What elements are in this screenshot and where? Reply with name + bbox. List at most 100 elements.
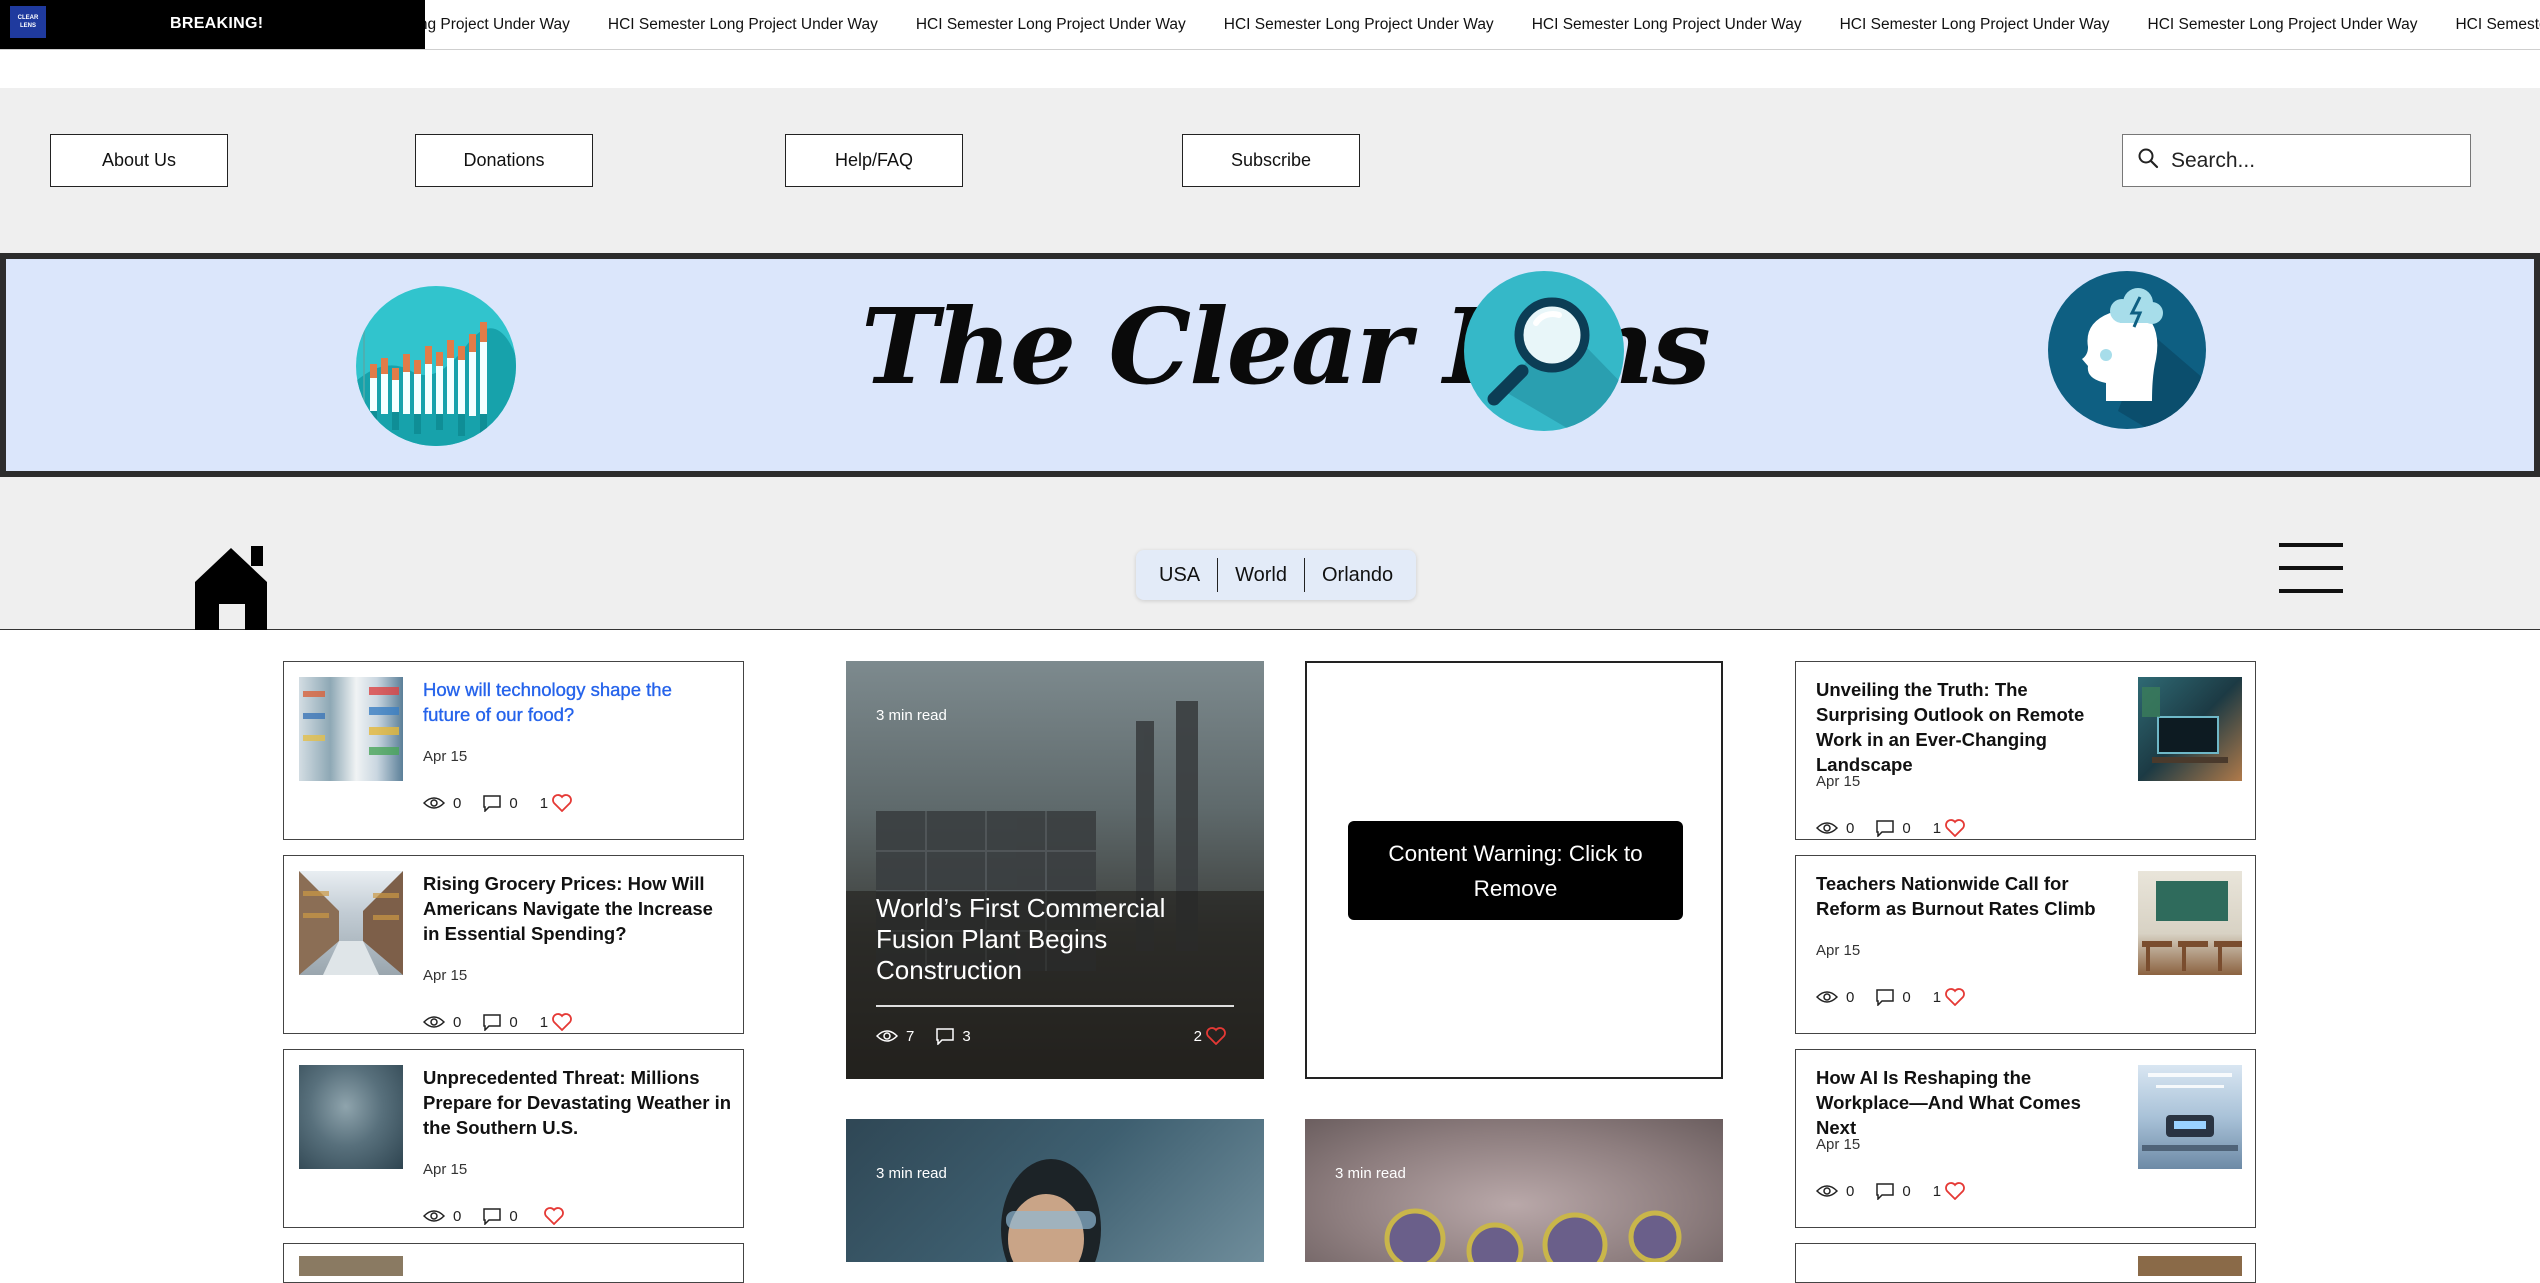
post-title-link[interactable]: Unprecedented Threat: Millions Prepare f…	[423, 1065, 733, 1140]
breaking-news-ticker: HCI Semester Long Project Under Way HCI …	[0, 0, 2540, 50]
likes-stat[interactable]: 1	[1933, 819, 1973, 837]
post-card[interactable]: How AI Is Reshaping the Workplace—And Wh…	[1795, 1049, 2256, 1228]
comments-stat: 3	[936, 1028, 971, 1045]
ticker-item[interactable]: HCI Semester Long Project Under Way	[608, 16, 878, 34]
heart-icon	[552, 1013, 572, 1031]
featured-post-card[interactable]: 3 min read World’s First Commercial Fusi…	[846, 661, 1264, 1079]
eye-icon	[876, 1030, 898, 1042]
post-stats: 0 0 1	[1816, 819, 1995, 837]
post-title-link[interactable]: Unveiling the Truth: The Surprising Outl…	[1816, 677, 2121, 777]
eye-icon	[423, 1016, 445, 1028]
ticker-item[interactable]: HCI Semester Long Project Under Way	[1224, 16, 1494, 34]
likes-stat[interactable]: 1	[540, 794, 580, 812]
post-stats: 0 0	[423, 1207, 594, 1225]
ticker-item[interactable]: HCI Semester Long Project Under Way	[916, 16, 1186, 34]
comments-stat: 0	[1876, 820, 1911, 837]
post-stats: 0 0 1	[1816, 1182, 1995, 1200]
heart-icon	[1945, 1182, 1965, 1200]
comment-icon	[1876, 988, 1895, 1006]
post-date: Apr 15	[423, 967, 468, 984]
post-card[interactable]: Unveiling the Truth: The Surprising Outl…	[1795, 661, 2256, 840]
search-input[interactable]	[2171, 148, 2451, 173]
eye-icon	[423, 797, 445, 809]
post-date: Apr 15	[423, 1161, 468, 1178]
post-date: Apr 15	[1816, 1136, 1861, 1153]
post-thumbnail	[2138, 677, 2242, 781]
magnifier-icon	[1464, 271, 1624, 431]
views-stat: 0	[423, 1014, 461, 1031]
likes-stat[interactable]: 2	[1194, 1027, 1234, 1045]
post-stats: 7 3 2	[876, 1027, 1234, 1045]
menu-icon[interactable]	[2279, 543, 2343, 593]
post-thumbnail	[299, 677, 403, 781]
site-banner: The Clear Lens	[0, 253, 2540, 477]
content-warning-card: Content Warning: Click to Remove	[1305, 661, 1723, 1079]
tab-world[interactable]: World	[1217, 558, 1304, 592]
post-date: Apr 15	[423, 748, 468, 765]
post-date: Apr 15	[1816, 942, 1861, 959]
likes-stat[interactable]: 1	[1933, 988, 1973, 1006]
post-image	[1384, 1208, 1682, 1262]
post-thumbnail	[2138, 1256, 2242, 1276]
post-stats: 0 0 1	[423, 794, 602, 812]
comments-stat: 0	[483, 1207, 518, 1225]
heart-icon	[552, 794, 572, 812]
likes-stat[interactable]: 1	[1933, 1182, 1973, 1200]
eye-icon	[1816, 1185, 1838, 1197]
donations-button[interactable]: Donations	[415, 134, 593, 187]
eye-icon	[423, 1210, 445, 1222]
comments-stat: 0	[1876, 988, 1911, 1006]
subscribe-button[interactable]: Subscribe	[1182, 134, 1360, 187]
heart-icon	[543, 1207, 564, 1225]
likes-stat[interactable]: 1	[540, 1013, 580, 1031]
post-title-link[interactable]: How will technology shape the future of …	[423, 677, 723, 727]
post-stats: 0 0 1	[1816, 988, 1995, 1006]
ticker-item[interactable]: HCI Semester Long Project Under Way	[1532, 16, 1802, 34]
search-icon	[2137, 147, 2159, 174]
post-card[interactable]	[1795, 1243, 2256, 1283]
post-title-link[interactable]: Teachers Nationwide Call for Reform as B…	[1816, 871, 2116, 921]
section-navigation: USA World Orlando	[0, 477, 2540, 630]
home-icon[interactable]	[193, 544, 273, 635]
comment-icon	[483, 1207, 502, 1225]
post-image	[1001, 1159, 1101, 1262]
bar-chart-icon	[356, 286, 516, 446]
site-logo[interactable]: CLEAR LENS	[10, 6, 46, 38]
views-stat: 0	[1816, 989, 1854, 1006]
comment-icon	[483, 1013, 502, 1031]
tab-usa[interactable]: USA	[1142, 558, 1217, 592]
post-card[interactable]: 3 min read	[846, 1119, 1264, 1262]
top-navigation: About Us Donations Help/FAQ Subscribe	[0, 88, 2540, 253]
post-title-link[interactable]: How AI Is Reshaping the Workplace—And Wh…	[1816, 1065, 2121, 1140]
eye-icon	[1816, 822, 1838, 834]
content-warning-button[interactable]: Content Warning: Click to Remove	[1348, 821, 1683, 920]
post-card[interactable]: Rising Grocery Prices: How Will American…	[283, 855, 744, 1034]
post-date: Apr 15	[1816, 773, 1861, 790]
read-time: 3 min read	[1335, 1165, 1406, 1182]
help-faq-button[interactable]: Help/FAQ	[785, 134, 963, 187]
comments-stat: 0	[483, 795, 518, 812]
post-card[interactable]	[283, 1243, 744, 1283]
featured-title[interactable]: World’s First Commercial Fusion Plant Be…	[876, 893, 1216, 986]
ticker-label-box: CLEAR LENS BREAKING!	[0, 0, 425, 49]
heart-icon	[1206, 1027, 1226, 1045]
post-thumbnail	[2138, 1065, 2242, 1169]
views-stat: 0	[1816, 820, 1854, 837]
post-card[interactable]: Teachers Nationwide Call for Reform as B…	[1795, 855, 2256, 1034]
tab-orlando[interactable]: Orlando	[1304, 558, 1410, 592]
post-card[interactable]: Unprecedented Threat: Millions Prepare f…	[283, 1049, 744, 1228]
post-thumbnail	[2138, 871, 2242, 975]
comments-stat: 0	[1876, 1183, 1911, 1200]
post-thumbnail	[299, 1256, 403, 1276]
views-stat: 0	[423, 1208, 461, 1225]
ticker-item[interactable]: HCI Semester Long Project Under Way	[2148, 16, 2418, 34]
post-title-link[interactable]: Rising Grocery Prices: How Will American…	[423, 871, 733, 946]
ticker-item[interactable]: HCI Semester Long Project Under Way	[2455, 16, 2540, 34]
post-card[interactable]: 3 min read	[1305, 1119, 1723, 1262]
ticker-item[interactable]: HCI Semester Long Project Under Way	[1840, 16, 2110, 34]
post-card[interactable]: How will technology shape the future of …	[283, 661, 744, 840]
search-box[interactable]	[2122, 134, 2471, 187]
read-time: 3 min read	[876, 707, 947, 724]
likes-stat[interactable]	[540, 1207, 572, 1225]
about-us-button[interactable]: About Us	[50, 134, 228, 187]
